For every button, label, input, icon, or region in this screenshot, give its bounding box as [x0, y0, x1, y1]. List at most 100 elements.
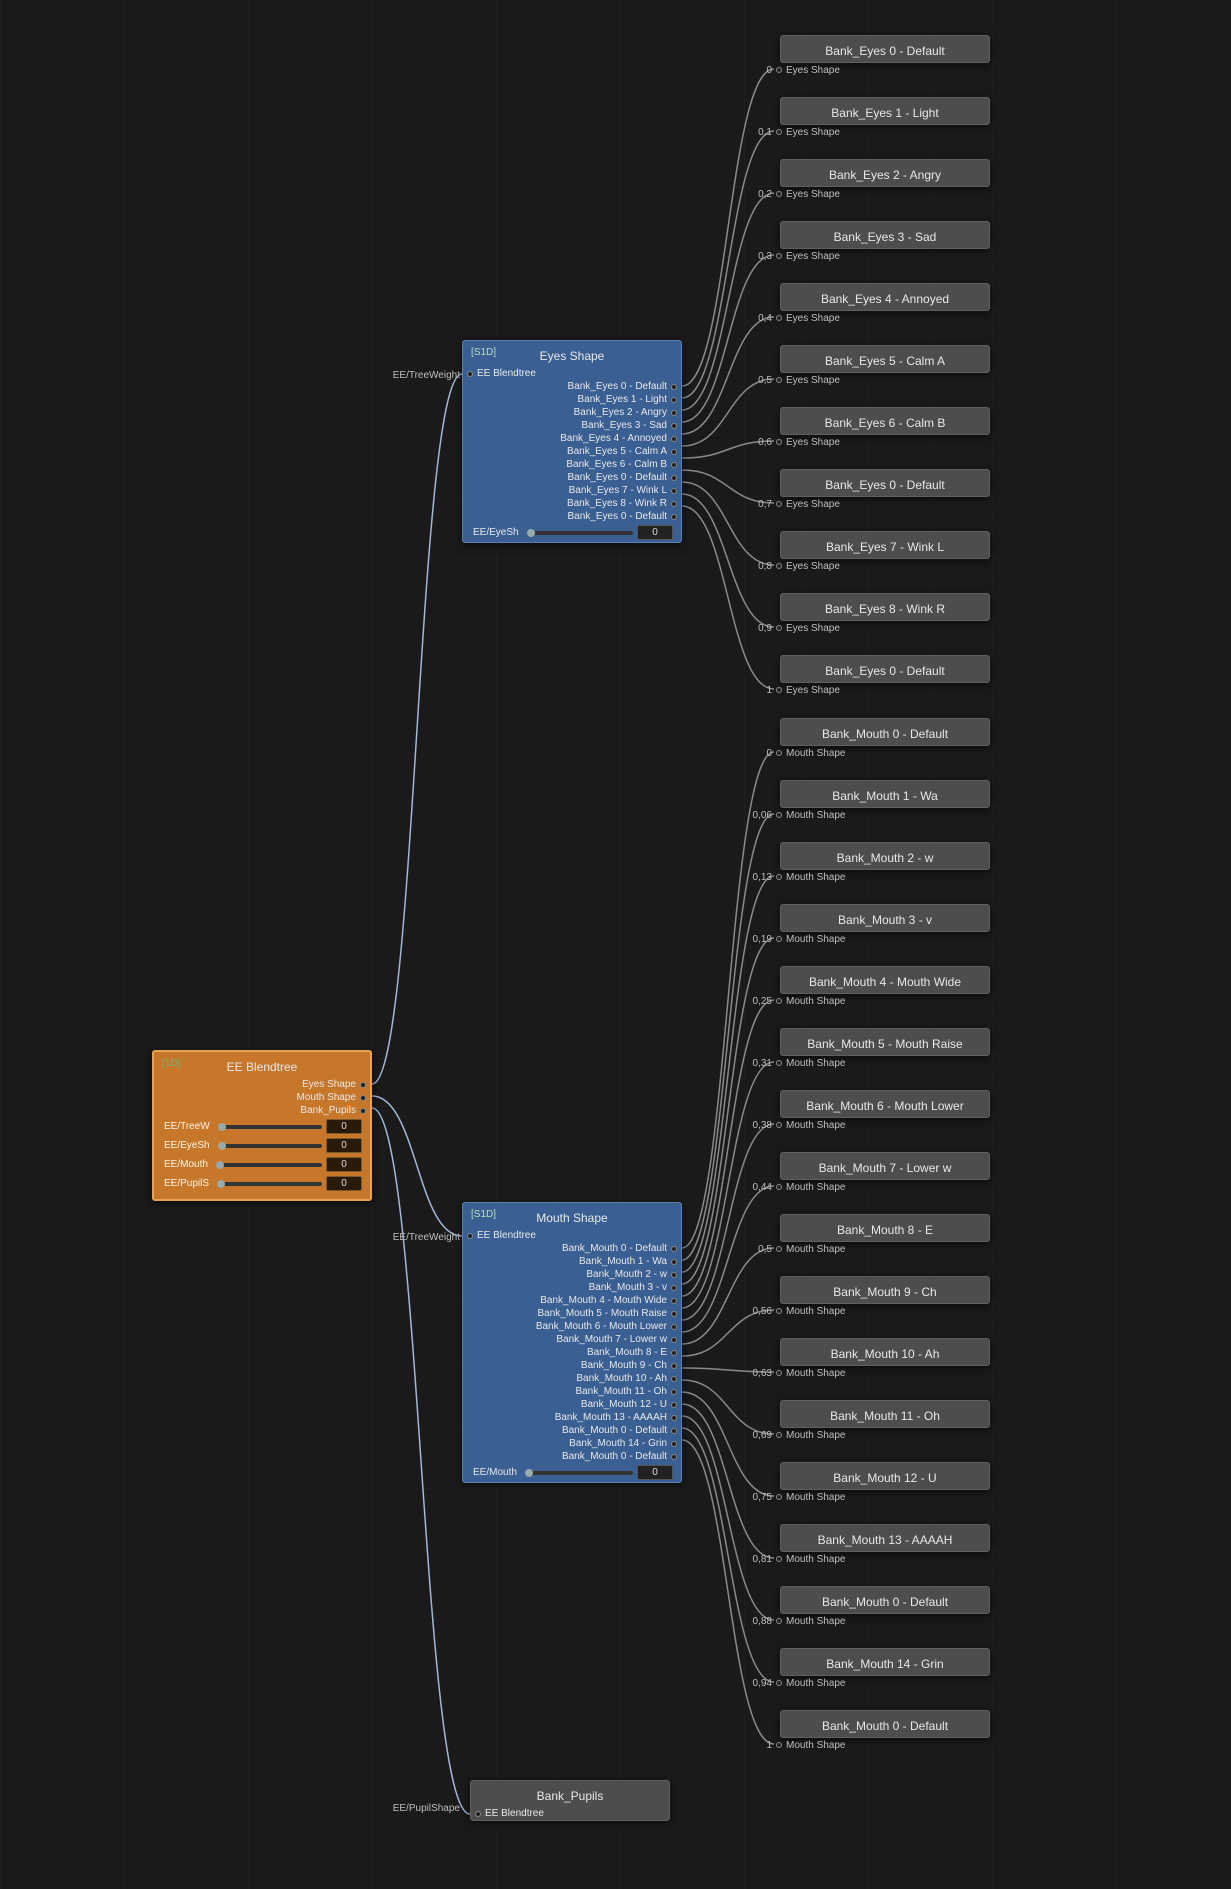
leaf-eyes-3[interactable]: Bank_Eyes 3 - Sad	[780, 221, 990, 249]
node-tag: [S1D]	[471, 1209, 496, 1220]
leaf-input-eyes-4: Eyes Shape	[776, 313, 840, 324]
leaf-input-mouth-13: Mouth Shape	[776, 1554, 846, 1565]
leaf-thresh-eyes-7: 0,7	[732, 499, 772, 510]
leaf-thresh-mouth-11: 0,69	[732, 1430, 772, 1441]
leaf-thresh-eyes-0: 0	[732, 65, 772, 76]
leaf-mouth-6[interactable]: Bank_Mouth 6 - Mouth Lower	[780, 1090, 990, 1118]
leaf-input-eyes-1: Eyes Shape	[776, 127, 840, 138]
eyes-output-6: Bank_Eyes 6 - Calm B	[463, 458, 681, 471]
leaf-mouth-2[interactable]: Bank_Mouth 2 - w	[780, 842, 990, 870]
leaf-thresh-mouth-8: 0,5	[732, 1244, 772, 1255]
leaf-eyes-4[interactable]: Bank_Eyes 4 - Annoyed	[780, 283, 990, 311]
leaf-title: Bank_Mouth 5 - Mouth Raise	[781, 1029, 989, 1055]
leaf-input-mouth-6: Mouth Shape	[776, 1120, 846, 1131]
leaf-eyes-9[interactable]: Bank_Eyes 8 - Wink R	[780, 593, 990, 621]
leaf-input-eyes-5: Eyes Shape	[776, 375, 840, 386]
mouth-output-10: Bank_Mouth 10 - Ah	[463, 1372, 681, 1385]
leaf-input-mouth-11: Mouth Shape	[776, 1430, 846, 1441]
leaf-thresh-eyes-9: 0,9	[732, 623, 772, 634]
root-output-0: Eyes Shape	[154, 1078, 370, 1091]
leaf-mouth-15[interactable]: Bank_Mouth 14 - Grin	[780, 1648, 990, 1676]
leaf-title: Bank_Mouth 8 - E	[781, 1215, 989, 1241]
leaf-title: Bank_Mouth 12 - U	[781, 1463, 989, 1489]
leaf-title: Bank_Eyes 3 - Sad	[781, 222, 989, 248]
leaf-title: Bank_Mouth 3 - v	[781, 905, 989, 931]
leaf-input-mouth-0: Mouth Shape	[776, 748, 846, 759]
leaf-mouth-7[interactable]: Bank_Mouth 7 - Lower w	[780, 1152, 990, 1180]
leaf-mouth-12[interactable]: Bank_Mouth 12 - U	[780, 1462, 990, 1490]
mouth-input-label: EE/TreeWeight	[370, 1232, 460, 1243]
leaf-thresh-mouth-16: 1	[732, 1740, 772, 1751]
eyes-input-label: EE/TreeWeight	[370, 370, 460, 381]
leaf-input-mouth-15: Mouth Shape	[776, 1678, 846, 1689]
eyes-slider[interactable]: EE/EyeSh 0	[463, 523, 681, 542]
node-ee-blendtree[interactable]: [1D] EE Blendtree Eyes ShapeMouth ShapeB…	[152, 1050, 372, 1201]
mouth-output-16: Bank_Mouth 0 - Default	[463, 1450, 681, 1463]
leaf-thresh-mouth-2: 0,13	[732, 872, 772, 883]
leaf-thresh-mouth-4: 0,25	[732, 996, 772, 1007]
leaf-input-eyes-2: Eyes Shape	[776, 189, 840, 200]
leaf-input-mouth-12: Mouth Shape	[776, 1492, 846, 1503]
leaf-thresh-eyes-10: 1	[732, 685, 772, 696]
leaf-mouth-11[interactable]: Bank_Mouth 11 - Oh	[780, 1400, 990, 1428]
node-bank-pupils[interactable]: Bank_Pupils EE Blendtree	[470, 1780, 670, 1821]
leaf-title: Bank_Mouth 14 - Grin	[781, 1649, 989, 1675]
leaf-title: Bank_Eyes 2 - Angry	[781, 160, 989, 186]
leaf-mouth-5[interactable]: Bank_Mouth 5 - Mouth Raise	[780, 1028, 990, 1056]
leaf-thresh-eyes-8: 0,8	[732, 561, 772, 572]
leaf-title: Bank_Mouth 10 - Ah	[781, 1339, 989, 1365]
leaf-eyes-6[interactable]: Bank_Eyes 6 - Calm B	[780, 407, 990, 435]
eyes-output-0: Bank_Eyes 0 - Default	[463, 380, 681, 393]
leaf-title: Bank_Eyes 5 - Calm A	[781, 346, 989, 372]
eyes-output-5: Bank_Eyes 5 - Calm A	[463, 445, 681, 458]
mouth-output-0: Bank_Mouth 0 - Default	[463, 1242, 681, 1255]
root-slider-3[interactable]: EE/PupilS 0	[154, 1174, 370, 1193]
mouth-output-3: Bank_Mouth 3 - v	[463, 1281, 681, 1294]
leaf-mouth-3[interactable]: Bank_Mouth 3 - v	[780, 904, 990, 932]
eyes-output-1: Bank_Eyes 1 - Light	[463, 393, 681, 406]
mouth-output-14: Bank_Mouth 0 - Default	[463, 1424, 681, 1437]
eyes-output-2: Bank_Eyes 2 - Angry	[463, 406, 681, 419]
leaf-eyes-2[interactable]: Bank_Eyes 2 - Angry	[780, 159, 990, 187]
leaf-input-mouth-9: Mouth Shape	[776, 1306, 846, 1317]
node-tag: [1D]	[162, 1058, 180, 1069]
leaf-mouth-8[interactable]: Bank_Mouth 8 - E	[780, 1214, 990, 1242]
leaf-mouth-1[interactable]: Bank_Mouth 1 - Wa	[780, 780, 990, 808]
node-mouth-shape[interactable]: [S1D] Mouth Shape EE Blendtree Bank_Mout…	[462, 1202, 682, 1483]
leaf-input-mouth-16: Mouth Shape	[776, 1740, 846, 1751]
leaf-eyes-0[interactable]: Bank_Eyes 0 - Default	[780, 35, 990, 63]
eyes-input: EE Blendtree	[463, 367, 681, 380]
leaf-mouth-0[interactable]: Bank_Mouth 0 - Default	[780, 718, 990, 746]
node-eyes-shape[interactable]: [S1D] Eyes Shape EE Blendtree Bank_Eyes …	[462, 340, 682, 543]
leaf-eyes-1[interactable]: Bank_Eyes 1 - Light	[780, 97, 990, 125]
mouth-output-13: Bank_Mouth 13 - AAAAH	[463, 1411, 681, 1424]
leaf-input-eyes-6: Eyes Shape	[776, 437, 840, 448]
root-slider-0[interactable]: EE/TreeW 0	[154, 1117, 370, 1136]
leaf-eyes-10[interactable]: Bank_Eyes 0 - Default	[780, 655, 990, 683]
leaf-thresh-mouth-12: 0,75	[732, 1492, 772, 1503]
root-slider-1[interactable]: EE/EyeSh 0	[154, 1136, 370, 1155]
mouth-output-1: Bank_Mouth 1 - Wa	[463, 1255, 681, 1268]
leaf-input-mouth-2: Mouth Shape	[776, 872, 846, 883]
leaf-input-eyes-0: Eyes Shape	[776, 65, 840, 76]
eyes-output-4: Bank_Eyes 4 - Annoyed	[463, 432, 681, 445]
mouth-output-2: Bank_Mouth 2 - w	[463, 1268, 681, 1281]
leaf-mouth-4[interactable]: Bank_Mouth 4 - Mouth Wide	[780, 966, 990, 994]
leaf-title: Bank_Mouth 0 - Default	[781, 1711, 989, 1737]
root-output-1: Mouth Shape	[154, 1091, 370, 1104]
leaf-mouth-13[interactable]: Bank_Mouth 13 - AAAAH	[780, 1524, 990, 1552]
leaf-title: Bank_Mouth 13 - AAAAH	[781, 1525, 989, 1551]
leaf-mouth-14[interactable]: Bank_Mouth 0 - Default	[780, 1586, 990, 1614]
mouth-slider[interactable]: EE/Mouth 0	[463, 1463, 681, 1482]
root-slider-2[interactable]: EE/Mouth 0	[154, 1155, 370, 1174]
leaf-thresh-mouth-14: 0,88	[732, 1616, 772, 1627]
leaf-eyes-8[interactable]: Bank_Eyes 7 - Wink L	[780, 531, 990, 559]
leaf-mouth-16[interactable]: Bank_Mouth 0 - Default	[780, 1710, 990, 1738]
leaf-thresh-mouth-1: 0,06	[732, 810, 772, 821]
leaf-eyes-5[interactable]: Bank_Eyes 5 - Calm A	[780, 345, 990, 373]
leaf-thresh-eyes-4: 0,4	[732, 313, 772, 324]
leaf-mouth-9[interactable]: Bank_Mouth 9 - Ch	[780, 1276, 990, 1304]
leaf-mouth-10[interactable]: Bank_Mouth 10 - Ah	[780, 1338, 990, 1366]
leaf-title: Bank_Eyes 7 - Wink L	[781, 532, 989, 558]
leaf-eyes-7[interactable]: Bank_Eyes 0 - Default	[780, 469, 990, 497]
